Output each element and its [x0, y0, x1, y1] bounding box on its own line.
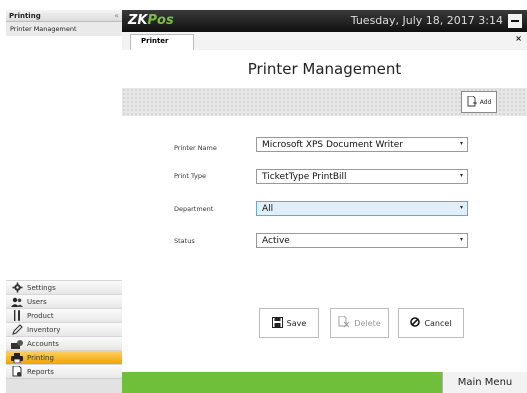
sidebar-item-printer-management[interactable]: Printer Management	[6, 22, 122, 36]
datetime-display: Tuesday, July 18, 2017 3:14	[350, 14, 503, 27]
nav-item-accounts[interactable]: Accounts	[6, 336, 122, 350]
toolbar: Add	[122, 88, 527, 116]
print-type-value: TicketType PrintBill	[262, 172, 347, 182]
department-label: Department	[174, 205, 214, 213]
users-icon	[11, 297, 23, 307]
sidebar: Printing « Printer Management Settings U…	[6, 10, 123, 393]
app-logo: ZKPos	[128, 13, 174, 28]
save-button[interactable]: Save	[259, 308, 319, 338]
printer-name-select[interactable]: Microsoft XPS Document Writer ▾	[256, 137, 468, 152]
nav-item-reports[interactable]: Reports	[6, 364, 122, 378]
minimize-button[interactable]	[508, 14, 522, 28]
nav-label: Printing	[27, 353, 54, 362]
tab-printer[interactable]: Printer	[130, 34, 194, 50]
nav-label: Settings	[27, 283, 56, 292]
main-content: Printer Management Add Printer Name Micr…	[122, 50, 527, 372]
status-select[interactable]: Active ▾	[256, 233, 468, 248]
dropdown-arrow-icon: ▾	[459, 172, 463, 179]
nav-label: Inventory	[27, 325, 61, 334]
cancel-icon	[410, 317, 421, 329]
gear-icon	[11, 282, 23, 293]
printer-icon	[11, 352, 23, 363]
nav-item-users[interactable]: Users	[6, 294, 122, 308]
footer-bar: Main Menu	[122, 372, 527, 393]
department-select[interactable]: All ▾	[256, 201, 468, 216]
logo-zk: ZK	[128, 13, 148, 28]
dropdown-arrow-icon: ▾	[459, 204, 463, 211]
add-document-icon	[467, 95, 477, 109]
money-icon	[11, 339, 23, 349]
nav-label: Accounts	[27, 339, 59, 348]
save-icon	[271, 316, 283, 330]
page-title: Printer Management	[247, 60, 402, 78]
nav-item-settings[interactable]: Settings	[6, 280, 122, 294]
status-label: Status	[174, 237, 195, 245]
cancel-button-label: Cancel	[424, 318, 452, 328]
nav-label: Reports	[27, 367, 54, 376]
nav-item-product[interactable]: Product	[6, 308, 122, 322]
nav-item-printing[interactable]: Printing	[6, 350, 122, 364]
main-menu-button[interactable]: Main Menu	[442, 372, 527, 393]
delete-document-icon	[338, 315, 350, 330]
nav-label: Product	[27, 311, 54, 320]
printer-name-value: Microsoft XPS Document Writer	[262, 140, 403, 150]
department-value: All	[262, 204, 274, 214]
cancel-button[interactable]: Cancel	[398, 308, 464, 338]
logo-pos: Pos	[147, 13, 174, 28]
dropdown-arrow-icon: ▾	[459, 140, 463, 147]
print-type-label: Print Type	[174, 172, 206, 180]
print-type-select[interactable]: TicketType PrintBill ▾	[256, 169, 468, 184]
nav-item-inventory[interactable]: Inventory	[6, 322, 122, 336]
nav-label: Users	[27, 297, 47, 306]
dropdown-arrow-icon: ▾	[459, 236, 463, 243]
printer-name-label: Printer Name	[174, 144, 217, 152]
app-window: Printing « Printer Management Settings U…	[0, 0, 527, 393]
pencil-icon	[11, 324, 23, 335]
collapse-sidebar-icon[interactable]: «	[114, 11, 119, 20]
add-button-label: Add	[479, 98, 492, 106]
report-icon	[11, 366, 23, 377]
tab-strip: Printer ×	[122, 32, 527, 51]
module-nav: Settings Users Product Inventory Account…	[6, 280, 122, 393]
app-header: ZKPos Tuesday, July 18, 2017 3:14	[122, 10, 527, 32]
add-button[interactable]: Add	[461, 91, 497, 113]
fork-knife-icon	[11, 310, 23, 321]
delete-button-label: Delete	[354, 318, 381, 328]
sidebar-footer	[6, 378, 122, 393]
delete-button[interactable]: Delete	[330, 308, 389, 338]
sidebar-header: Printing «	[6, 10, 122, 22]
close-tab-icon[interactable]: ×	[515, 34, 522, 43]
status-value: Active	[262, 236, 290, 246]
save-button-label: Save	[286, 318, 307, 328]
sidebar-title: Printing	[9, 11, 41, 20]
